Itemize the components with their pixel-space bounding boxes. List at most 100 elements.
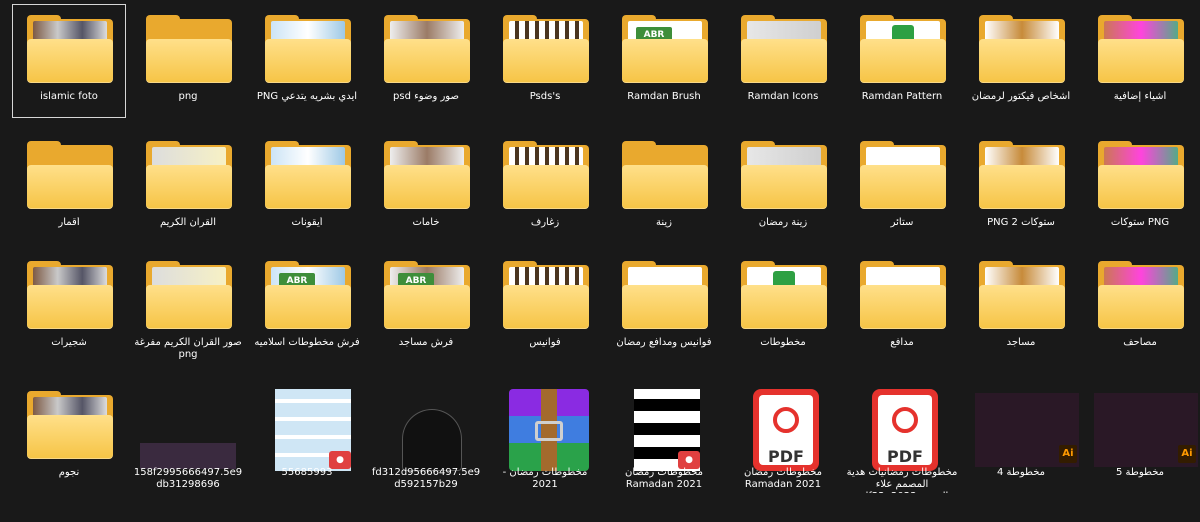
item-label: ستائر [890,217,914,228]
folder-item[interactable]: صور وضوء psd [369,4,483,118]
file-item[interactable]: 158f2995666497.5e9db31298696 [131,380,245,494]
folder-item[interactable]: png [131,4,245,118]
item-label: صور القرآن الكريم مفرغة png [134,337,242,360]
file-item[interactable]: Ai مخطوطة 5 [1083,380,1198,494]
folder-item[interactable]: شجيرات [12,250,126,364]
item-label: مخطوطات رمضان Ramadan 2021 [743,467,823,490]
calligraphy-preview: Ai [975,393,1079,467]
item-label: islamic foto [40,91,98,102]
file-item[interactable]: PDF مخطوطات رمضان Ramadan 2021 [726,380,840,494]
photo-folder-icon [138,137,238,215]
photo-folder-icon [376,11,476,89]
folder-item[interactable]: Psds's [488,4,602,118]
item-label: فرش مخطوطات اسلاميه [254,337,360,348]
photo-folder-icon [376,137,476,215]
item-label: أشخاص فيكتور لرمضان [971,91,1071,102]
photo-folder-icon [257,11,357,89]
folder-item[interactable]: ABR فرش مخطوطات اسلاميه [250,250,364,364]
item-label: fd312d95666497.5e9d592157b29 [371,467,481,490]
file-item[interactable]: ● 55685993 [250,380,364,494]
item-label: فوانيس [529,337,561,348]
file-item[interactable]: Ai مخطوطة 4 [964,380,1079,494]
folder-item[interactable]: PNG ستوكات [1083,130,1197,244]
item-label: زينة رمضان [758,217,808,228]
calligraphy-preview: Ai [1094,393,1198,467]
item-label: ايدي بشريه يتدعي PNG [256,91,358,102]
pdf-label: PDF [887,447,923,466]
folder-item[interactable]: ستوكات 2 PNG [964,130,1078,244]
winrar-books-icon [509,389,589,471]
photo-folder-icon [1090,257,1190,335]
item-label: مخطوطات رمضان - 2021 [502,467,588,490]
photo-folder-icon [19,11,119,89]
folder-item[interactable]: مصاحف [1083,250,1197,364]
folder-item[interactable]: صور القرآن الكريم مفرغة png [131,250,245,364]
photo-folder-icon [138,257,238,335]
folder-item[interactable]: ستائر [845,130,959,244]
item-label: مساجد [1006,337,1036,348]
folder-item[interactable]: Ramdan Pattern [845,4,959,118]
item-label: PNG ستوكات [1110,217,1170,228]
photo-folder-icon [971,137,1071,215]
image-thumbnail-icon [138,387,238,469]
file-item[interactable]: مخطوطات رمضان - 2021 [488,380,602,494]
photo-folder-icon [852,137,952,215]
ai-badge: Ai [1178,445,1196,463]
folder-item[interactable]: خامات [369,130,483,244]
item-label: png [178,91,198,102]
image-preview [402,409,462,471]
item-label: أشياء إضافية [1113,91,1167,102]
folder-item[interactable]: أيقونات [250,130,364,244]
abr-folder-icon: ABR [257,257,357,335]
abr-folder-icon: ABR [614,11,714,89]
photo-folder-icon [733,137,833,215]
file-item[interactable]: PDFمخطوطات رمضانيات هدية المصمم علاء الض… [845,380,959,494]
file-item[interactable]: ● مخطوطات رمضان Ramadan 2021 [607,380,721,494]
folder-item[interactable]: نجوم [12,380,126,494]
folder-item[interactable]: مدافع [845,250,959,364]
folder-item[interactable]: ABR فرش مساجد [369,250,483,364]
photo-folder-icon [495,257,595,335]
folder-item[interactable]: مخطوطات [726,250,840,364]
item-label: مخطوطات رمضانيات هدية المصمم علاء الضبيب… [846,467,958,493]
green-file-folder-icon [852,11,952,89]
item-label: مخطوطة 5 [1115,467,1165,478]
item-label: Ramdan Brush [627,91,701,102]
folder-item[interactable]: القرآن الكريم [131,130,245,244]
pdf-icon: PDF [733,387,833,471]
folder-item[interactable]: أشياء إضافية [1083,4,1197,118]
file-item[interactable]: fd312d95666497.5e9d592157b29 [369,380,483,494]
item-label: ستوكات 2 PNG [987,217,1055,228]
folder-icon [19,137,119,215]
item-label: شجيرات [51,337,87,348]
image-thumbnail-icon [376,387,476,471]
item-label: فوانيس ومدافع رمضان [616,337,712,348]
folder-item[interactable]: زغارف [488,130,602,244]
item-label: القرآن الكريم [159,217,216,228]
image-thumbnail-icon: ● [257,387,357,471]
green-file-folder-icon [733,257,833,335]
item-label: مخطوطات [760,337,806,348]
photo-folder-icon [971,257,1071,335]
photo-folder-icon [19,387,119,465]
item-label: فرش مساجد [398,337,454,348]
acrobat-symbol-icon [892,407,918,433]
folder-item[interactable]: زينة [607,130,721,244]
folder-item[interactable]: ايدي بشريه يتدعي PNG [250,4,364,118]
item-label: زينة [656,217,672,228]
pdf-icon: PDF [852,387,952,471]
folder-item[interactable]: Ramdan Icons [726,4,840,118]
folder-item[interactable]: مساجد [964,250,1078,364]
folder-item[interactable]: ABR Ramdan Brush [607,4,721,118]
folder-item[interactable]: فوانيس [488,250,602,364]
item-label: 158f2995666497.5e9db31298696 [133,467,243,490]
folder-item[interactable]: زينة رمضان [726,130,840,244]
folder-item[interactable]: أقمار [12,130,126,244]
item-label: مصاحف [1123,337,1157,348]
item-label: أيقونات [291,217,323,228]
folder-item[interactable]: أشخاص فيكتور لرمضان [964,4,1078,118]
buckle-icon [535,421,563,441]
item-label: أقمار [58,217,80,228]
folder-item[interactable]: islamic foto [12,4,126,118]
folder-item[interactable]: فوانيس ومدافع رمضان [607,250,721,364]
